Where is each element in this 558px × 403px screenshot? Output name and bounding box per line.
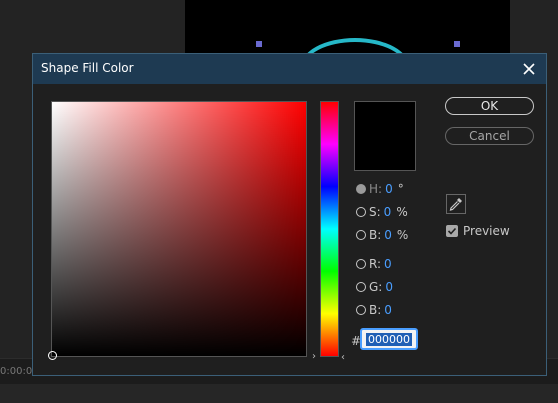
brightness-row: B: 0 %	[356, 227, 408, 243]
hue-unit: °	[397, 182, 404, 196]
saturation-label: S:	[369, 205, 381, 219]
blue-radio[interactable]	[356, 305, 366, 315]
hue-slider-left-arrow-icon[interactable]: ›	[312, 351, 316, 362]
hue-value[interactable]: 0	[385, 182, 393, 196]
blue-row: B: 0	[356, 302, 397, 318]
red-row: R: 0	[356, 256, 397, 272]
shape-handle-left[interactable]	[256, 41, 262, 47]
brightness-radio[interactable]	[356, 230, 366, 240]
brightness-value[interactable]: 0	[384, 228, 392, 242]
red-value[interactable]: 0	[384, 257, 392, 271]
shape-handle-right[interactable]	[454, 41, 460, 47]
blue-label: B:	[369, 303, 382, 317]
blue-value[interactable]: 0	[384, 303, 392, 317]
close-button[interactable]	[518, 58, 540, 80]
preview-checkbox[interactable]	[446, 225, 458, 237]
hue-label: H:	[369, 182, 383, 196]
hue-slider[interactable]	[320, 101, 339, 357]
eyedropper-icon	[449, 198, 462, 211]
green-label: G:	[369, 280, 383, 294]
dialog-titlebar: Shape Fill Color	[33, 54, 546, 84]
preview-label: Preview	[463, 224, 510, 238]
checkmark-icon	[447, 227, 457, 235]
current-color-swatch	[354, 101, 416, 171]
saturation-value[interactable]: 0	[384, 205, 392, 219]
hue-row: H: 0 °	[356, 181, 404, 197]
saturation-radio[interactable]	[356, 207, 366, 217]
saturation-row: S: 0 %	[356, 204, 408, 220]
timeline-area	[0, 384, 558, 403]
red-radio[interactable]	[356, 259, 366, 269]
close-icon	[523, 63, 535, 75]
color-picker-cursor[interactable]	[48, 351, 57, 360]
brightness-label: B:	[369, 228, 382, 242]
hue-radio[interactable]	[356, 184, 366, 194]
dialog-title: Shape Fill Color	[41, 61, 134, 75]
preview-option: Preview	[446, 224, 510, 238]
brightness-unit: %	[396, 228, 409, 242]
hex-input[interactable]: 000000	[360, 328, 418, 350]
red-label: R:	[369, 257, 382, 271]
hex-value[interactable]: 000000	[366, 333, 412, 346]
cancel-button[interactable]: Cancel	[445, 127, 534, 145]
green-radio[interactable]	[356, 282, 366, 292]
green-row: G: 0	[356, 279, 398, 295]
shape-fill-color-dialog: Shape Fill Color › ‹ H: 0 ° S: 0 % B: 0 …	[32, 53, 547, 376]
hue-slider-right-arrow-icon[interactable]: ‹	[341, 352, 345, 363]
saturation-unit: %	[396, 205, 408, 219]
eyedropper-button[interactable]	[446, 194, 466, 214]
saturation-brightness-field[interactable]	[48, 101, 307, 360]
green-value[interactable]: 0	[385, 280, 393, 294]
ok-button[interactable]: OK	[445, 97, 534, 115]
